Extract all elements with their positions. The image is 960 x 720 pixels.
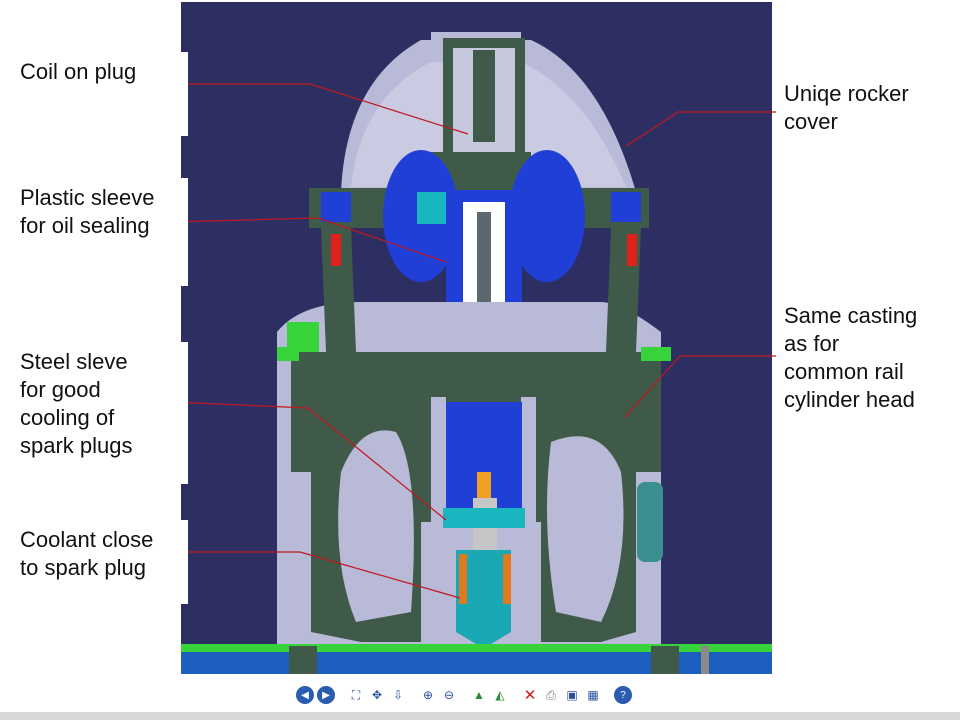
help-icon[interactable]: ? xyxy=(614,686,632,704)
label-rocker-cover: Uniqe rocker cover xyxy=(776,74,950,158)
label-coolant: Coolant close to spark plug xyxy=(12,520,188,604)
label-steel-sleeve: Steel sleve for good cooling of spark pl… xyxy=(12,342,188,484)
zoom-out-icon[interactable]: ⊖ xyxy=(440,686,458,704)
viewer-toolbar: ◀ ▶ ⛶ ✥ ⇩ ⊕ ⊖ ▲ ◭ ✕ ⎙ ▣ ▦ ? xyxy=(296,684,660,706)
view-front-icon[interactable]: ▲ xyxy=(470,686,488,704)
zoom-in-icon[interactable]: ⊕ xyxy=(419,686,437,704)
fly-icon[interactable]: ⇩ xyxy=(389,686,407,704)
label-same-casting: Same casting as for common rail cylinder… xyxy=(776,296,950,434)
export-icon[interactable]: ▦ xyxy=(584,686,602,704)
status-strip xyxy=(0,712,960,720)
print-icon[interactable]: ⎙ xyxy=(542,686,560,704)
fit-icon[interactable]: ⛶ xyxy=(347,686,365,704)
last-page-icon[interactable]: ▶ xyxy=(317,686,335,704)
delete-icon[interactable]: ✕ xyxy=(521,686,539,704)
engine-cross-section-drawing xyxy=(181,2,772,674)
label-coil-on-plug: Coil on plug xyxy=(12,52,188,136)
view-iso-icon[interactable]: ◭ xyxy=(491,686,509,704)
label-plastic-sleeve: Plastic sleeve for oil sealing xyxy=(12,178,188,286)
first-page-icon[interactable]: ◀ xyxy=(296,686,314,704)
pan-icon[interactable]: ✥ xyxy=(368,686,386,704)
save-icon[interactable]: ▣ xyxy=(563,686,581,704)
